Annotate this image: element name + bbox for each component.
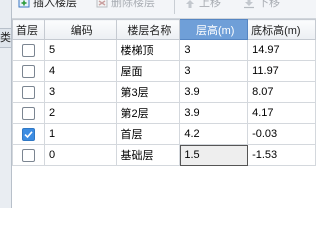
bottom-elevation-cell[interactable]: -1.53 bbox=[247, 144, 316, 166]
floor-name-cell[interactable]: 第3层 bbox=[115, 81, 181, 103]
insert-row-icon bbox=[18, 0, 30, 8]
floor-name-cell[interactable]: 楼梯顶 bbox=[115, 39, 181, 61]
code-cell[interactable]: 5 bbox=[43, 39, 117, 61]
toolbar: 插入楼层 删除楼层 上移 下移 bbox=[12, 0, 316, 19]
first-floor-checkbox[interactable] bbox=[21, 106, 35, 120]
floor-height-cell[interactable]: 3 bbox=[179, 39, 249, 61]
arrow-up-icon bbox=[186, 0, 194, 9]
floor-name-cell[interactable]: 基础层 bbox=[115, 144, 181, 166]
delete-floor-button[interactable]: 删除楼层 bbox=[96, 0, 155, 12]
table-row: 4 屋面 3 11.97 bbox=[12, 60, 316, 82]
floor-table: 首层 编码 楼层名称 层高(m) 底标高(m) 5 楼梯顶 3 14.97 4 … bbox=[12, 19, 316, 166]
move-up-label: 上移 bbox=[199, 0, 221, 9]
first-floor-checkbox[interactable] bbox=[21, 43, 35, 57]
bottom-elevation-cell[interactable]: 4.17 bbox=[247, 102, 316, 124]
code-cell[interactable]: 3 bbox=[43, 81, 117, 103]
code-cell[interactable]: 2 bbox=[43, 102, 117, 124]
checkmark-icon bbox=[24, 130, 33, 138]
left-panel-tab[interactable]: 类 bbox=[0, 28, 11, 48]
toolbar-separator bbox=[174, 0, 175, 14]
code-cell[interactable]: 0 bbox=[43, 144, 117, 166]
column-header-bottom-elevation[interactable]: 底标高(m) bbox=[247, 19, 316, 40]
first-floor-checkbox[interactable] bbox=[21, 148, 35, 162]
first-floor-cell[interactable] bbox=[12, 144, 45, 166]
first-floor-checkbox[interactable] bbox=[21, 85, 35, 99]
insert-floor-button[interactable]: 插入楼层 bbox=[18, 0, 77, 12]
bottom-elevation-cell[interactable]: -0.03 bbox=[247, 123, 316, 145]
code-cell[interactable]: 1 bbox=[43, 123, 117, 145]
table-empty-area bbox=[12, 166, 316, 208]
code-cell[interactable]: 4 bbox=[43, 60, 117, 82]
column-header-floor-name[interactable]: 楼层名称 bbox=[115, 19, 181, 40]
column-header-floor-height[interactable]: 层高(m) bbox=[179, 19, 249, 40]
floor-settings-panel: 类 插入楼层 删除楼层 上移 下移 首层 编码 楼层名称 层高(m) 底标高(m… bbox=[0, 0, 316, 208]
floor-height-cell[interactable]: 3.9 bbox=[179, 102, 249, 124]
floor-height-cell[interactable]: 4.2 bbox=[179, 123, 249, 145]
floor-height-cell[interactable]: 3.9 bbox=[179, 81, 249, 103]
move-down-label: 下移 bbox=[258, 0, 280, 9]
bottom-elevation-cell[interactable]: 14.97 bbox=[247, 39, 316, 61]
table-row: 3 第3层 3.9 8.07 bbox=[12, 81, 316, 103]
table-header-row: 首层 编码 楼层名称 层高(m) 底标高(m) bbox=[12, 19, 316, 40]
table-row: 0 基础层 1.5 -1.53 bbox=[12, 144, 316, 166]
move-down-button[interactable]: 下移 bbox=[243, 0, 280, 12]
table-row: 5 楼梯顶 3 14.97 bbox=[12, 39, 316, 61]
first-floor-cell[interactable] bbox=[12, 60, 45, 82]
column-header-first-floor[interactable]: 首层 bbox=[12, 19, 45, 40]
delete-row-icon bbox=[96, 0, 108, 8]
first-floor-cell[interactable] bbox=[12, 123, 45, 145]
first-floor-checkbox[interactable] bbox=[21, 64, 35, 78]
arrow-down-icon bbox=[244, 0, 254, 9]
move-up-button[interactable]: 上移 bbox=[184, 0, 221, 12]
column-header-code[interactable]: 编码 bbox=[43, 19, 117, 40]
floor-height-cell-focused[interactable]: 1.5 bbox=[179, 144, 249, 166]
insert-floor-label: 插入楼层 bbox=[33, 0, 77, 9]
floor-height-cell[interactable]: 3 bbox=[179, 60, 249, 82]
table-row: 2 第2层 3.9 4.17 bbox=[12, 102, 316, 124]
first-floor-cell[interactable] bbox=[12, 81, 45, 103]
bottom-elevation-cell[interactable]: 8.07 bbox=[247, 81, 316, 103]
first-floor-checkbox-checked[interactable] bbox=[21, 127, 35, 141]
floor-name-cell[interactable]: 第2层 bbox=[115, 102, 181, 124]
left-side-panel: 类 bbox=[0, 0, 12, 208]
first-floor-cell[interactable] bbox=[12, 102, 45, 124]
floor-name-cell[interactable]: 屋面 bbox=[115, 60, 181, 82]
floor-name-cell[interactable]: 首层 bbox=[115, 123, 181, 145]
first-floor-cell[interactable] bbox=[12, 39, 45, 61]
table-row: 1 首层 4.2 -0.03 bbox=[12, 123, 316, 145]
bottom-elevation-cell[interactable]: 11.97 bbox=[247, 60, 316, 82]
delete-floor-label: 删除楼层 bbox=[111, 0, 155, 9]
